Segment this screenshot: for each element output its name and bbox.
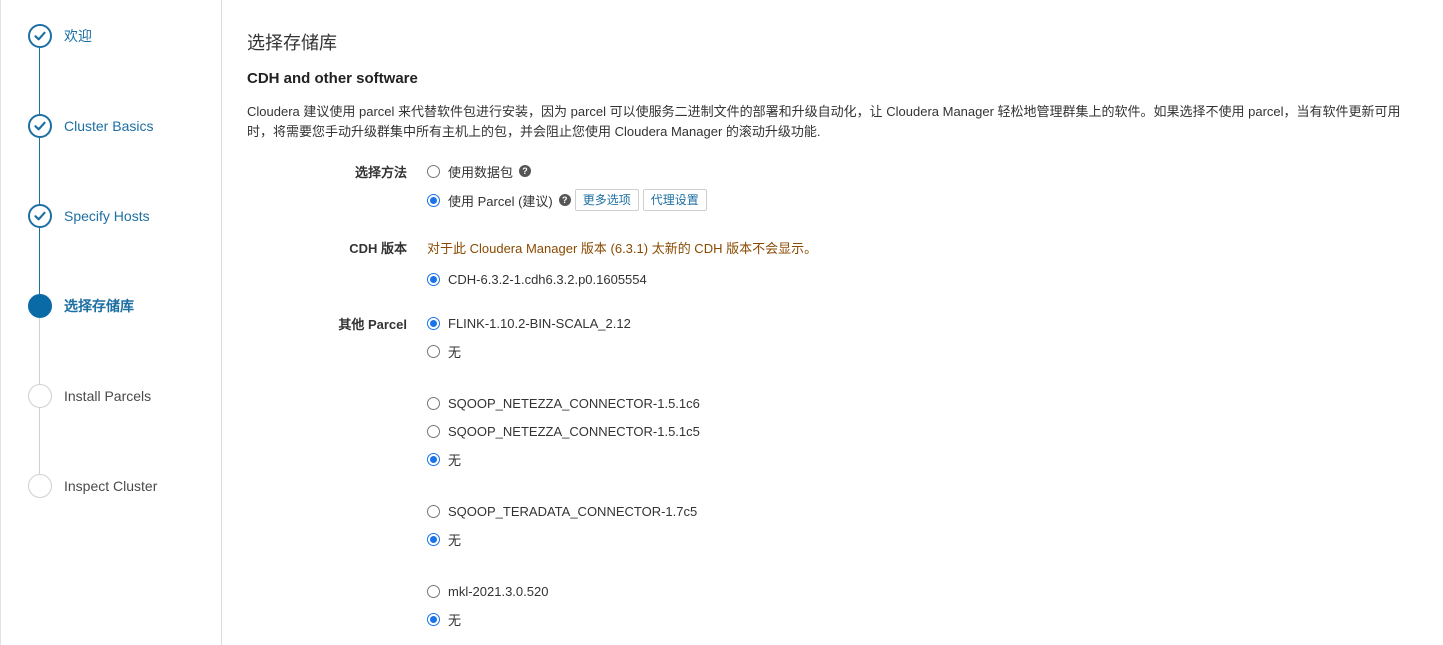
radio-flink[interactable] — [427, 316, 440, 330]
radio-label: 使用数据包 — [448, 164, 514, 180]
cdh-version-label: CDH 版本 — [349, 241, 407, 256]
radio-label: CDH-6.3.2-1.cdh6.3.2.p0.1605554 — [448, 271, 647, 287]
wizard-step-label: Install Parcels — [64, 388, 152, 404]
wizard-step-specify-hosts[interactable]: Specify Hosts — [28, 204, 218, 228]
pending-step-indicator — [28, 474, 52, 498]
wizard-step-label: Inspect Cluster — [64, 478, 158, 494]
step-connector — [39, 408, 40, 474]
wizard-step-label: Specify Hosts — [64, 208, 150, 224]
radio-label: 无 — [448, 344, 462, 360]
wizard-step-welcome[interactable]: 欢迎 — [28, 24, 218, 48]
radio-packages[interactable] — [427, 164, 440, 178]
radio-flink-none[interactable] — [427, 344, 440, 358]
step-connector — [39, 228, 40, 294]
radio-sqoop-netezza-1c6[interactable] — [427, 396, 440, 410]
radio-cdh[interactable] — [427, 272, 440, 286]
parcel-option-sqoop-netezza-none[interactable]: 无 — [427, 449, 461, 469]
wizard-step-install-parcels: Install Parcels — [28, 384, 218, 408]
more-options-button[interactable]: 更多选项 — [574, 189, 639, 211]
radio-parcel[interactable] — [427, 193, 440, 207]
radio-sqoop-teradata[interactable] — [427, 504, 440, 518]
radio-label: 使用 Parcel (建议) — [448, 193, 553, 209]
cdh-option[interactable]: CDH-6.3.2-1.cdh6.3.2.p0.1605554 — [427, 269, 647, 289]
page: 欢迎 Cluster Basics Specify Hosts 选择存储库 In… — [0, 0, 1443, 645]
parcel-option-sqoop-netezza-1c6[interactable]: SQOOP_NETEZZA_CONNECTOR-1.5.1c6 — [427, 393, 700, 413]
radio-mkl[interactable] — [427, 584, 440, 598]
radio-label: SQOOP_NETEZZA_CONNECTOR-1.5.1c6 — [448, 395, 700, 411]
wizard-step-select-repository[interactable]: 选择存储库 — [28, 294, 218, 318]
wizard-step-label: 选择存储库 — [64, 298, 134, 314]
radio-label: SQOOP_NETEZZA_CONNECTOR-1.5.1c5 — [448, 423, 700, 439]
wizard-step-label: 欢迎 — [64, 28, 92, 44]
method-label: 选择方法 — [354, 165, 407, 180]
current-step-indicator — [28, 294, 52, 318]
other-parcel-label: 其他 Parcel — [338, 317, 407, 332]
radio-label: mkl-2021.3.0.520 — [448, 583, 549, 599]
parcel-option-sqoop-teradata-none[interactable]: 无 — [427, 529, 461, 549]
check-icon — [28, 204, 52, 228]
step-connector — [39, 318, 40, 384]
method-option-packages[interactable]: 使用数据包 ? — [427, 161, 532, 181]
parcel-option-flink[interactable]: FLINK-1.10.2-BIN-SCALA_2.12 — [427, 313, 631, 333]
wizard-sidebar: 欢迎 Cluster Basics Specify Hosts 选择存储库 In… — [0, 0, 222, 645]
wizard-step-inspect-cluster: Inspect Cluster — [28, 474, 218, 498]
main-content: 选择存储库 CDH and other software Cloudera 建议… — [247, 0, 1443, 645]
page-title: 选择存储库 — [247, 33, 337, 53]
radio-sqoop-netezza-1c5[interactable] — [427, 424, 440, 438]
radio-label: FLINK-1.10.2-BIN-SCALA_2.12 — [448, 315, 631, 331]
description: Cloudera 建议使用 parcel 来代替软件包进行安装，因为 parce… — [247, 104, 1401, 139]
question-circle-icon[interactable]: ? — [558, 194, 571, 206]
parcel-option-mkl-none[interactable]: 无 — [427, 609, 461, 629]
parcel-option-mkl[interactable]: mkl-2021.3.0.520 — [427, 581, 548, 601]
parcel-option-sqoop-netezza-1c5[interactable]: SQOOP_NETEZZA_CONNECTOR-1.5.1c5 — [427, 421, 700, 441]
check-icon — [28, 114, 52, 138]
wizard-step-cluster-basics[interactable]: Cluster Basics — [28, 114, 218, 138]
radio-sqoop-netezza-none[interactable] — [427, 452, 440, 466]
step-connector — [39, 138, 40, 204]
radio-label: SQOOP_TERADATA_CONNECTOR-1.7c5 — [448, 503, 698, 519]
radio-label: 无 — [448, 532, 462, 548]
radio-label: 无 — [448, 612, 462, 628]
check-icon — [28, 24, 52, 48]
radio-mkl-none[interactable] — [427, 612, 440, 626]
section-title: CDH and other software — [247, 70, 418, 87]
proxy-settings-button[interactable]: 代理设置 — [642, 189, 707, 211]
step-connector — [39, 48, 40, 114]
parcel-option-sqoop-teradata[interactable]: SQOOP_TERADATA_CONNECTOR-1.7c5 — [427, 501, 697, 521]
radio-sqoop-teradata-none[interactable] — [427, 532, 440, 546]
wizard-step-label: Cluster Basics — [64, 118, 154, 134]
pending-step-indicator — [28, 384, 52, 408]
question-circle-icon[interactable]: ? — [519, 165, 532, 177]
parcel-option-flink-none[interactable]: 无 — [427, 341, 461, 361]
cdh-version-warning: 对于此 Cloudera Manager 版本 (6.3.1) 太新的 CDH … — [427, 241, 818, 256]
radio-label: 无 — [448, 452, 462, 468]
method-option-parcel[interactable]: 使用 Parcel (建议) ? 更多选项 代理设置 — [427, 189, 707, 211]
